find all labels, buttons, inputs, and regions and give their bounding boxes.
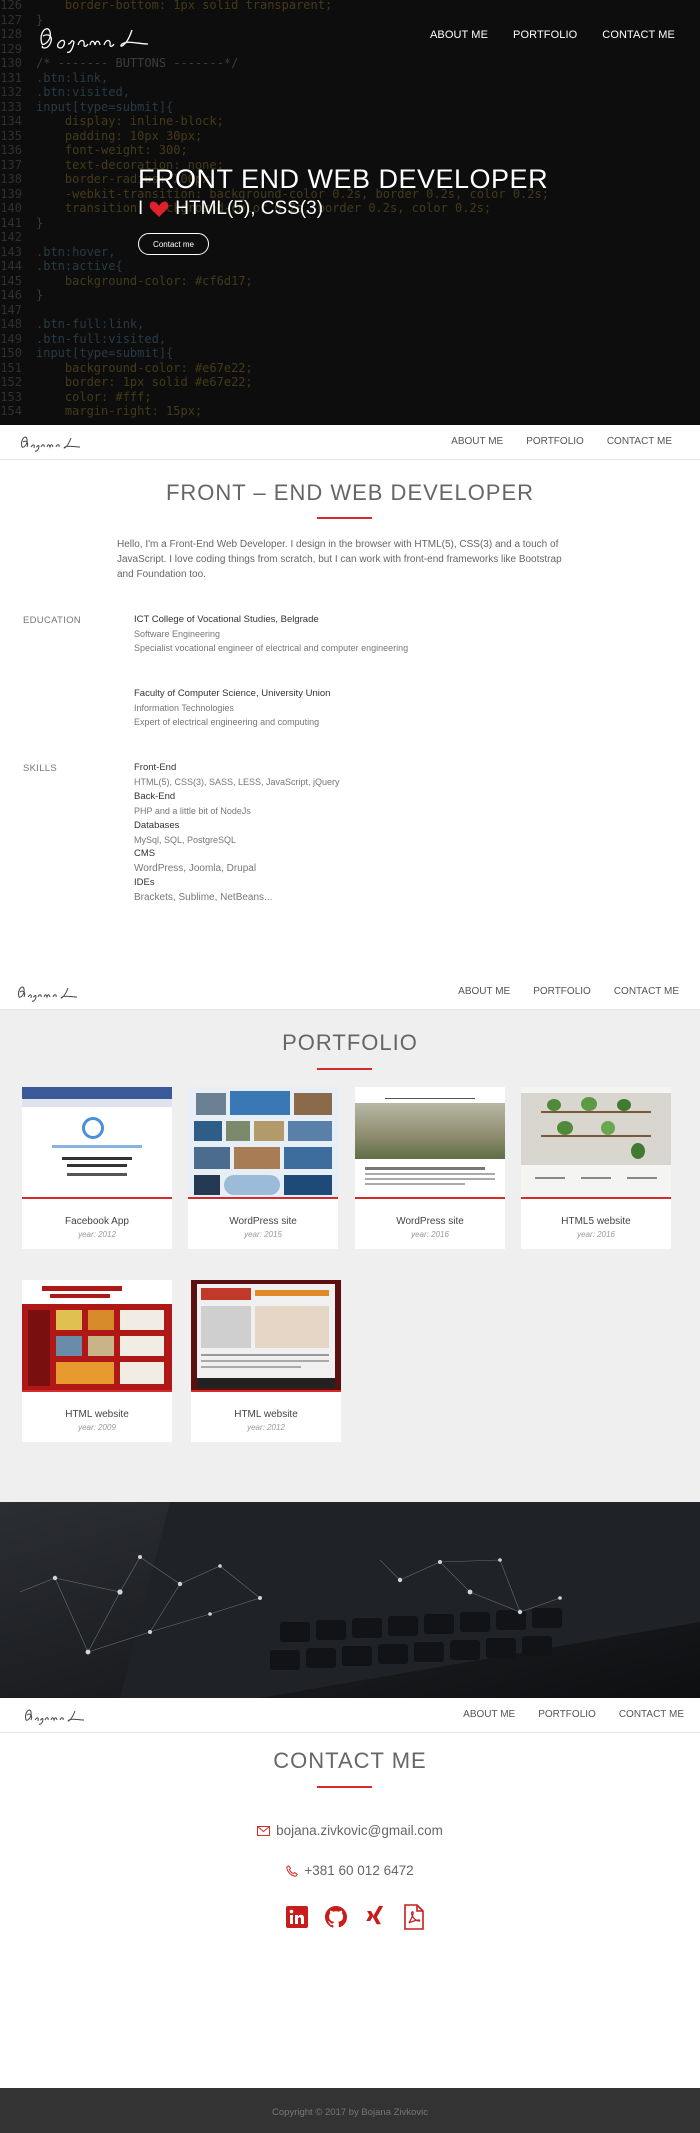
- hero-section: 126 border-bottom: 1px solid transparent…: [0, 0, 700, 425]
- portfolio-card[interactable]: WordPress site year: 2016: [355, 1087, 505, 1249]
- phone-icon: [286, 1865, 299, 1878]
- about-navbar: ABOUT ME PORTFOLIO CONTACT ME: [0, 425, 700, 460]
- skill-heading: IDEs: [134, 877, 155, 889]
- skill-detail: WordPress, Joomla, Drupal: [134, 862, 257, 874]
- skill-heading: Back-End: [134, 790, 176, 802]
- skill-heading: CMS: [134, 848, 156, 860]
- education-degree: Specialist vocational engineer of electr…: [134, 643, 409, 653]
- portfolio-item-year: year: 2012: [247, 1423, 285, 1432]
- portfolio-item-title: HTML website: [65, 1409, 129, 1420]
- portfolio-item-year: year: 2016: [411, 1230, 449, 1239]
- email-row: bojana.zivkovic@gmail.com: [0, 1823, 700, 1838]
- xing-icon[interactable]: [362, 1902, 388, 1932]
- portfolio-item-title: WordPress site: [396, 1216, 464, 1227]
- contact-me-button[interactable]: Contact me: [138, 233, 209, 255]
- education-field: Information Technologies: [134, 703, 234, 713]
- title-underline: [317, 1786, 372, 1788]
- portfolio-card[interactable]: HTML website year: 2009: [22, 1280, 172, 1442]
- portfolio-card[interactable]: WordPress site year: 2015: [188, 1087, 338, 1249]
- nav-about-link[interactable]: ABOUT ME: [430, 29, 488, 41]
- education-degree: Expert of electrical engineering and com…: [134, 717, 320, 727]
- footer: Copyright © 2017 by Bojana Zivkovic: [0, 2088, 700, 2133]
- skills-label: SKILLS: [23, 763, 58, 774]
- hero-subtitle-prefix: I: [138, 198, 144, 219]
- portfolio-thumbnail: [355, 1087, 505, 1199]
- education-item: ICT College of Vocational Studies, Belgr…: [134, 613, 408, 655]
- nav-about-link[interactable]: ABOUT ME: [463, 1709, 515, 1720]
- portfolio-item-year: year: 2009: [78, 1423, 116, 1432]
- portfolio-item-title: WordPress site: [229, 1216, 297, 1227]
- network-graphic: [0, 1502, 700, 1698]
- contact-title: CONTACT ME: [273, 1748, 427, 1773]
- portfolio-card[interactable]: HTML website year: 2012: [191, 1280, 341, 1442]
- mail-icon: [257, 1826, 271, 1837]
- education-title: ICT College of Vocational Studies, Belgr…: [134, 614, 319, 625]
- portfolio-title: PORTFOLIO: [282, 1030, 418, 1055]
- hero-subtitle-text: HTML(5), CSS(3): [175, 198, 324, 219]
- skill-detail: HTML(5), CSS(3), SASS, LESS, JavaScript,…: [134, 777, 340, 788]
- skill-heading: Databases: [134, 819, 180, 831]
- portfolio-card[interactable]: Facebook App year: 2012: [22, 1087, 172, 1249]
- laptop-background-image: [0, 1502, 700, 1698]
- logo[interactable]: [20, 1704, 90, 1728]
- portfolio-item-title: Facebook App: [65, 1216, 129, 1227]
- nav-contact-link[interactable]: CONTACT ME: [614, 986, 679, 997]
- title-underline: [317, 1068, 372, 1070]
- logo[interactable]: [16, 431, 86, 455]
- about-intro: Hello, I'm a Front-End Web Developer. I …: [117, 539, 562, 580]
- portfolio-item-year: year: 2015: [244, 1230, 282, 1239]
- copyright-text: Copyright © 2017 by Bojana Zivkovic: [272, 2107, 428, 2118]
- portfolio-item-title: HTML website: [234, 1409, 298, 1420]
- social-links: [284, 1902, 427, 1932]
- education-item: Faculty of Computer Science, University …: [134, 687, 330, 729]
- education-field: Software Engineering: [134, 629, 221, 639]
- portfolio-card[interactable]: HTML5 website year: 2016: [521, 1087, 671, 1249]
- portfolio-thumbnail: [191, 1280, 341, 1392]
- nav-contact-link[interactable]: CONTACT ME: [619, 1709, 684, 1720]
- portfolio-item-title: HTML5 website: [561, 1216, 631, 1227]
- portfolio-item-year: year: 2012: [78, 1230, 116, 1239]
- portfolio-thumbnail: [188, 1087, 338, 1199]
- contact-navbar: ABOUT ME PORTFOLIO CONTACT ME: [0, 1698, 700, 1733]
- portfolio-item-year: year: 2016: [577, 1230, 615, 1239]
- portfolio-thumbnail: [22, 1087, 172, 1199]
- nav-portfolio-link[interactable]: PORTFOLIO: [538, 1709, 596, 1720]
- skill-detail: MySql, SQL, PostgreSQL: [134, 835, 237, 846]
- hero-title: FRONT END WEB DEVELOPER: [138, 164, 549, 194]
- logo[interactable]: [30, 18, 165, 58]
- education-label: EDUCATION: [23, 615, 81, 626]
- skill-detail: PHP and a little bit of NodeJs: [134, 806, 251, 817]
- education-title: Faculty of Computer Science, University …: [134, 688, 331, 699]
- pdf-icon[interactable]: [401, 1902, 427, 1932]
- email-link[interactable]: bojana.zivkovic@gmail.com: [276, 1823, 443, 1838]
- about-title: FRONT – END WEB DEVELOPER: [165, 480, 535, 505]
- portfolio-thumbnail: [521, 1087, 671, 1199]
- hero-navbar: ABOUT ME PORTFOLIO CONTACT ME: [0, 14, 700, 58]
- title-underline: [317, 517, 372, 519]
- portfolio-navbar: ABOUT ME PORTFOLIO CONTACT ME: [0, 975, 700, 1010]
- github-icon[interactable]: [323, 1902, 349, 1932]
- nav-portfolio-link[interactable]: PORTFOLIO: [533, 986, 591, 997]
- nav-portfolio-link[interactable]: PORTFOLIO: [513, 29, 577, 41]
- hero-subtitle: I HTML(5), CSS(3): [138, 198, 323, 220]
- phone-number: +381 60 012 6472: [304, 1863, 414, 1878]
- heart-icon: [150, 201, 169, 217]
- nav-contact-link[interactable]: CONTACT ME: [607, 436, 672, 447]
- linkedin-icon[interactable]: [284, 1902, 310, 1932]
- skill-detail: Brackets, Sublime, NetBeans...: [134, 891, 273, 903]
- nav-about-link[interactable]: ABOUT ME: [458, 986, 510, 997]
- nav-about-link[interactable]: ABOUT ME: [451, 436, 503, 447]
- hero-overlay: [0, 0, 700, 425]
- phone-row: +381 60 012 6472: [0, 1863, 700, 1878]
- nav-portfolio-link[interactable]: PORTFOLIO: [526, 436, 584, 447]
- nav-contact-link[interactable]: CONTACT ME: [602, 29, 675, 41]
- skill-heading: Front-End: [134, 762, 177, 773]
- logo[interactable]: [13, 981, 83, 1005]
- skills-list: Front-End HTML(5), CSS(3), SASS, LESS, J…: [134, 761, 340, 905]
- portfolio-thumbnail: [22, 1280, 172, 1392]
